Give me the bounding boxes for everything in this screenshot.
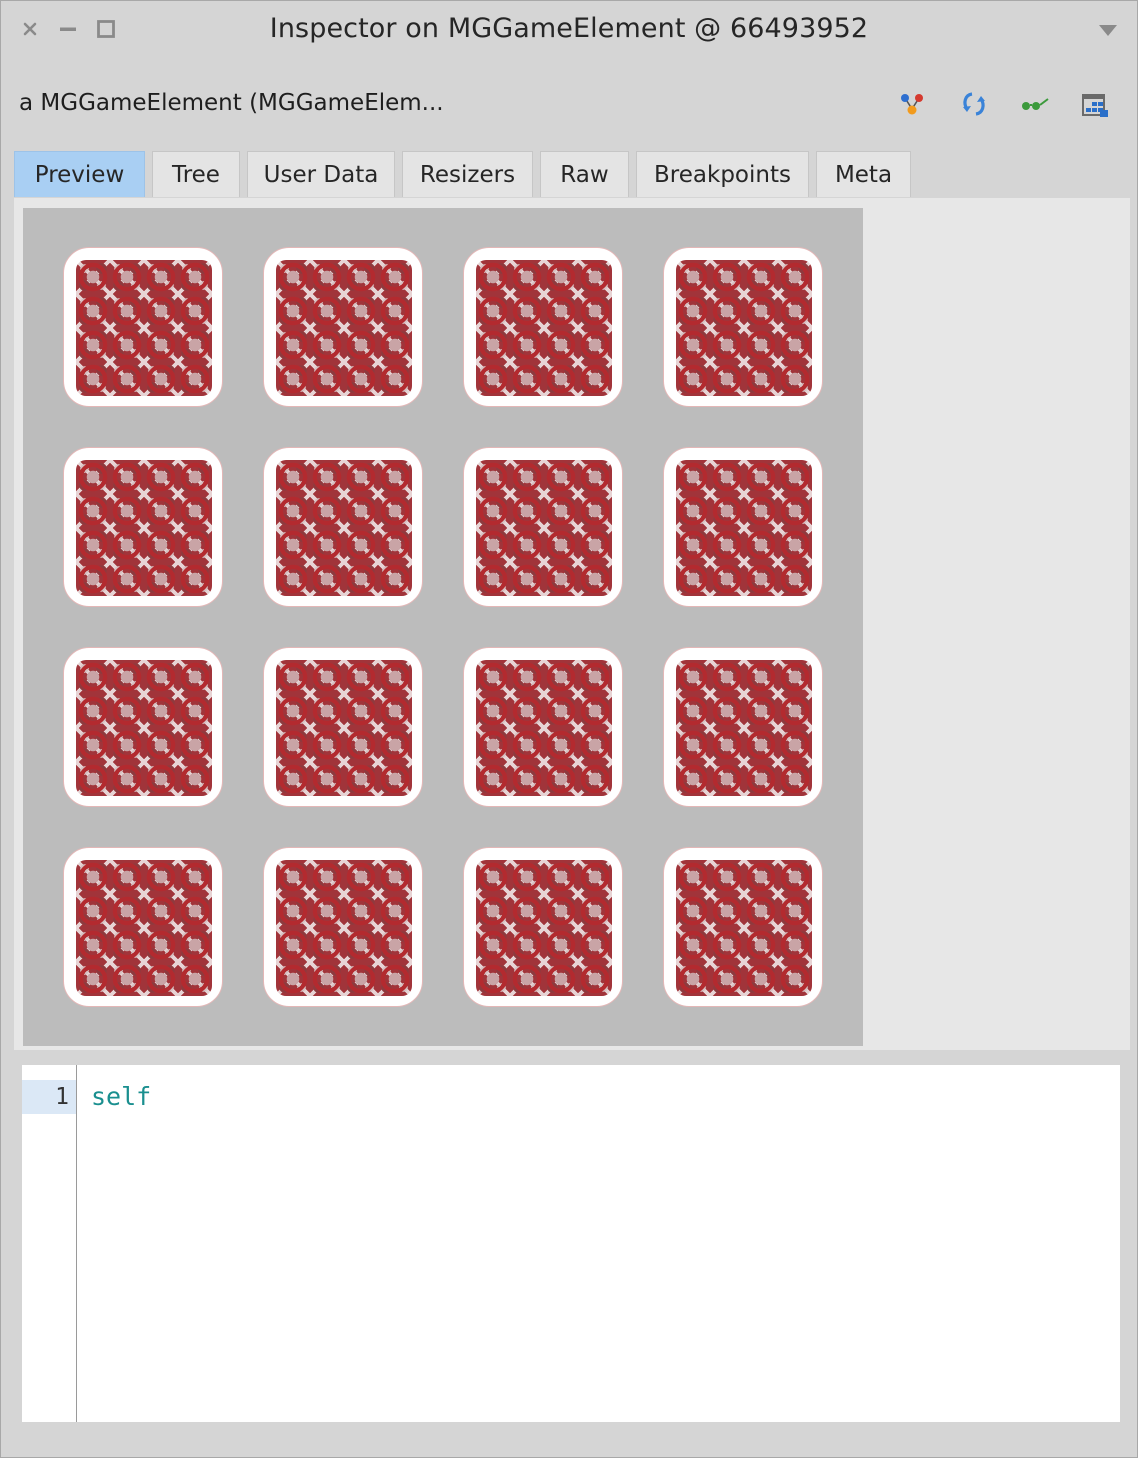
memory-card[interactable]: [663, 647, 823, 807]
memory-card[interactable]: [663, 447, 823, 607]
preview-panel: [14, 198, 1130, 1050]
inspector-header: a MGGameElement (MGGameElem...: [1, 79, 1137, 129]
chevron-down-icon[interactable]: [1097, 21, 1119, 39]
memory-card[interactable]: [263, 447, 423, 607]
code-line[interactable]: self: [91, 1080, 151, 1114]
card-back-pattern: [476, 460, 612, 596]
card-back-pattern: [676, 660, 812, 796]
card-back-pattern: [476, 260, 612, 396]
card-back-pattern: [676, 460, 812, 596]
card-back-pattern: [276, 660, 412, 796]
line-number: 1: [22, 1080, 76, 1114]
window-title: Inspector on MGGameElement @ 66493952: [269, 13, 869, 44]
card-back-pattern: [676, 860, 812, 996]
card-back-pattern: [76, 260, 212, 396]
calendar-grid-icon[interactable]: [1080, 89, 1110, 119]
inspect-glasses-icon[interactable]: [1019, 89, 1049, 119]
card-back-pattern: [676, 260, 812, 396]
tab-preview[interactable]: Preview: [14, 151, 145, 197]
refresh-icon[interactable]: [959, 89, 989, 119]
card-back-pattern: [276, 860, 412, 996]
line-number-gutter: 1: [22, 1065, 77, 1422]
memory-card[interactable]: [463, 847, 623, 1007]
memory-card[interactable]: [63, 247, 223, 407]
memory-card[interactable]: [63, 647, 223, 807]
card-back-pattern: [76, 660, 212, 796]
card-back-pattern: [276, 260, 412, 396]
tab-meta[interactable]: Meta: [816, 151, 911, 197]
card-back-pattern: [476, 660, 612, 796]
memory-card[interactable]: [63, 447, 223, 607]
card-back-pattern: [276, 460, 412, 596]
memory-card[interactable]: [463, 247, 623, 407]
memory-card[interactable]: [263, 847, 423, 1007]
tab-raw[interactable]: Raw: [540, 151, 629, 197]
memory-card[interactable]: [263, 247, 423, 407]
memory-card[interactable]: [63, 847, 223, 1007]
inspected-object-label: a MGGameElement (MGGameElem...: [19, 90, 444, 116]
card-back-pattern: [476, 860, 612, 996]
card-back-pattern: [76, 460, 212, 596]
tab-breakpoints[interactable]: Breakpoints: [636, 151, 809, 197]
memory-card[interactable]: [663, 847, 823, 1007]
browse-icon[interactable]: [897, 89, 927, 119]
tab-user-data[interactable]: User Data: [247, 151, 395, 197]
memory-card[interactable]: [663, 247, 823, 407]
tab-tree[interactable]: Tree: [152, 151, 240, 197]
inspector-window: Inspector on MGGameElement @ 66493952 a …: [0, 0, 1138, 1458]
memory-card[interactable]: [263, 647, 423, 807]
code-editor[interactable]: 1 self: [22, 1065, 1120, 1422]
memory-card[interactable]: [463, 447, 623, 607]
title-bar[interactable]: Inspector on MGGameElement @ 66493952: [1, 1, 1137, 61]
tab-resizers[interactable]: Resizers: [402, 151, 533, 197]
memory-card[interactable]: [463, 647, 623, 807]
game-board: [23, 208, 863, 1046]
card-back-pattern: [76, 860, 212, 996]
